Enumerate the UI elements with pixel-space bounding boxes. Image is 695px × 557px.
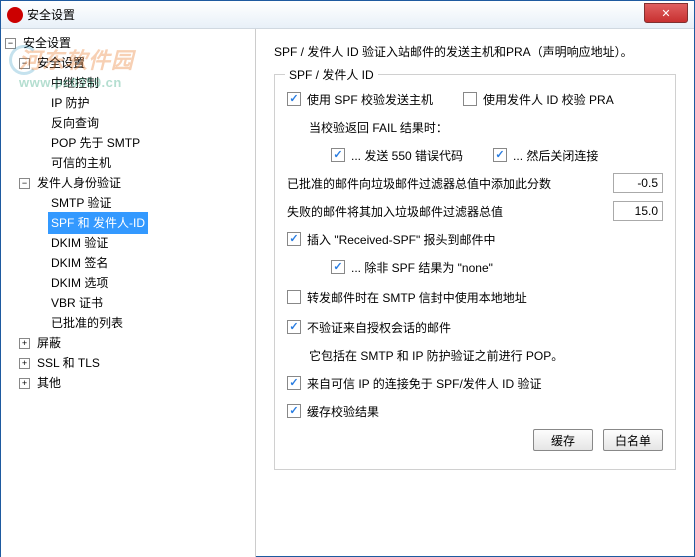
toggle-icon[interactable]: + bbox=[19, 378, 30, 389]
fieldset-legend: SPF / 发件人 ID bbox=[285, 66, 378, 83]
tree-node-other[interactable]: +其他 bbox=[19, 373, 255, 393]
tree-item-ip-shield[interactable]: IP 防护 bbox=[33, 93, 255, 113]
label-trusted-exempt: 来自可信 IP 的连接免于 SPF/发件人 ID 验证 bbox=[307, 375, 541, 392]
close-button[interactable]: ✕ bbox=[644, 3, 688, 23]
label-insert-header: 插入 "Received-SPF" 报头到邮件中 bbox=[307, 231, 496, 248]
cache-button[interactable]: 缓存 bbox=[533, 429, 593, 451]
tree-node-sender-auth[interactable]: −发件人身份验证 bbox=[19, 173, 255, 193]
label-forward-local: 转发邮件时在 SMTP 信封中使用本地地址 bbox=[307, 289, 527, 306]
tree-item-smtp-auth[interactable]: SMTP 验证 bbox=[33, 193, 255, 213]
tree-item-approved-list[interactable]: 已批准的列表 bbox=[33, 313, 255, 333]
label-cache-results: 缓存校验结果 bbox=[307, 403, 379, 420]
tree-item-dkim-verify[interactable]: DKIM 验证 bbox=[33, 233, 255, 253]
spf-fieldset: SPF / 发件人 ID 使用 SPF 校验发送主机 使用发件人 ID 校验 P… bbox=[274, 74, 676, 470]
tree-item-vbr[interactable]: VBR 证书 bbox=[33, 293, 255, 313]
tree-item-pop-before-smtp[interactable]: POP 先于 SMTP bbox=[33, 133, 255, 153]
toggle-icon[interactable]: − bbox=[19, 58, 30, 69]
toggle-icon[interactable]: − bbox=[5, 38, 16, 49]
chk-no-verify-auth[interactable] bbox=[287, 320, 301, 334]
tree-node-ssl-tls[interactable]: +SSL 和 TLS bbox=[19, 353, 255, 373]
label-unless-none: ... 除非 SPF 结果为 "none" bbox=[351, 259, 493, 276]
toggle-icon[interactable]: + bbox=[19, 338, 30, 349]
label-send-550: ... 发送 550 错误代码 bbox=[351, 147, 463, 164]
chk-use-spf[interactable] bbox=[287, 92, 301, 106]
tree-item-dkim-options[interactable]: DKIM 选项 bbox=[33, 273, 255, 293]
chk-trusted-exempt[interactable] bbox=[287, 376, 301, 390]
chk-unless-none[interactable] bbox=[331, 260, 345, 274]
chk-cache-results[interactable] bbox=[287, 404, 301, 418]
chk-forward-local[interactable] bbox=[287, 290, 301, 304]
tree: −安全设置 −安全设置 中继控制 IP 防护 反向查询 POP 先于 SMTP … bbox=[1, 33, 255, 393]
tree-item-reverse-lookup[interactable]: 反向查询 bbox=[33, 113, 255, 133]
chk-insert-header[interactable] bbox=[287, 232, 301, 246]
app-icon bbox=[7, 7, 23, 23]
label-no-verify-auth: 不验证来自授权会话的邮件 bbox=[307, 319, 451, 336]
toggle-icon[interactable]: + bbox=[19, 358, 30, 369]
tree-panel: 河东软件园 www.pc0359.cn −安全设置 −安全设置 中继控制 IP … bbox=[1, 29, 256, 557]
input-approved-score[interactable] bbox=[613, 173, 663, 193]
label-use-spf: 使用 SPF 校验发送主机 bbox=[307, 91, 433, 108]
label-close-conn: ... 然后关闭连接 bbox=[513, 147, 598, 164]
label-failed-score: 失败的邮件将其加入垃圾邮件过滤器总值 bbox=[287, 203, 503, 220]
label-use-sender-id: 使用发件人 ID 校验 PRA bbox=[483, 91, 614, 108]
tree-item-trusted-hosts[interactable]: 可信的主机 bbox=[33, 153, 255, 173]
tree-item-relay[interactable]: 中继控制 bbox=[33, 73, 255, 93]
tree-item-spf-senderid[interactable]: SPF 和 发件人-ID bbox=[33, 213, 255, 233]
input-failed-score[interactable] bbox=[613, 201, 663, 221]
tree-root[interactable]: −安全设置 bbox=[5, 33, 255, 53]
window-title: 安全设置 bbox=[27, 6, 75, 23]
chk-use-sender-id[interactable] bbox=[463, 92, 477, 106]
label-fail-result: 当校验返回 FAIL 结果时： bbox=[309, 119, 448, 136]
label-includes-pop: 它包括在 SMTP 和 IP 防护验证之前进行 POP。 bbox=[309, 347, 563, 364]
tree-node-security[interactable]: −安全设置 bbox=[19, 53, 255, 73]
whitelist-button[interactable]: 白名单 bbox=[603, 429, 663, 451]
toggle-icon[interactable]: − bbox=[19, 178, 30, 189]
tree-node-screening[interactable]: +屏蔽 bbox=[19, 333, 255, 353]
chk-close-conn[interactable] bbox=[493, 148, 507, 162]
page-description: SPF / 发件人 ID 验证入站邮件的发送主机和PRA（声明响应地址）。 bbox=[274, 43, 676, 60]
content-panel: SPF / 发件人 ID 验证入站邮件的发送主机和PRA（声明响应地址）。 SP… bbox=[256, 29, 694, 557]
titlebar: 安全设置 ✕ bbox=[1, 1, 694, 29]
chk-send-550[interactable] bbox=[331, 148, 345, 162]
label-approved-score: 已批准的邮件向垃圾邮件过滤器总值中添加此分数 bbox=[287, 175, 551, 192]
tree-item-dkim-sign[interactable]: DKIM 签名 bbox=[33, 253, 255, 273]
